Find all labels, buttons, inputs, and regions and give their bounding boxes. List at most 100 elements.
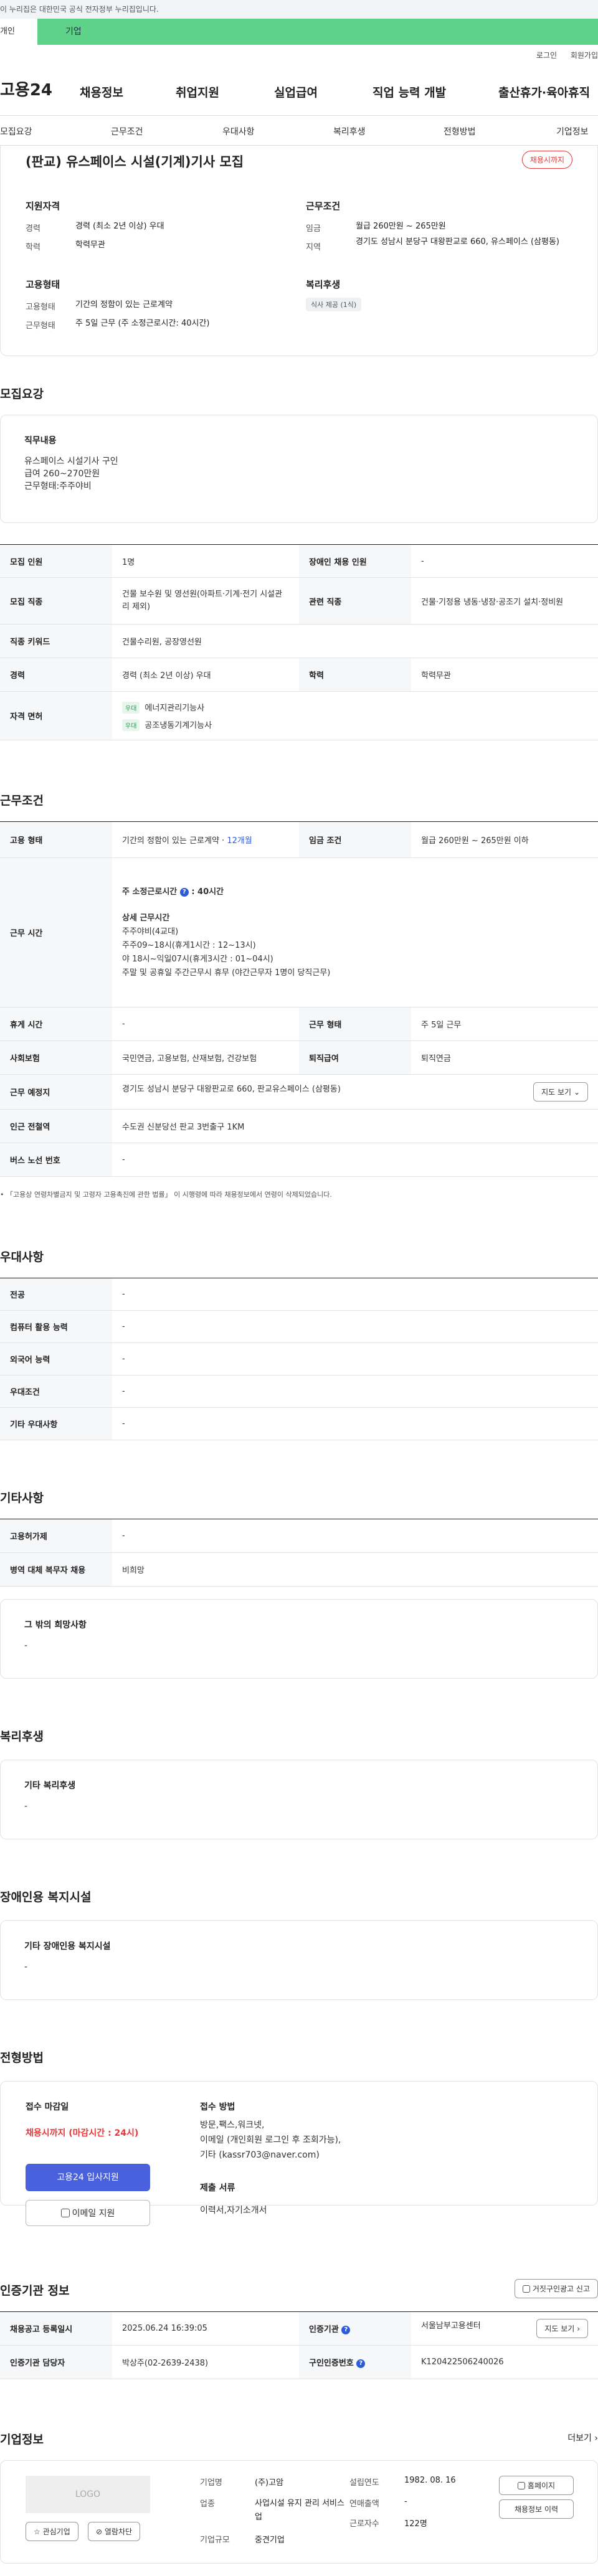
help-icon[interactable]: ?	[341, 2326, 351, 2334]
site-logo[interactable]: 고용24	[0, 77, 52, 100]
org-map-button[interactable]: 지도 보기 ›	[536, 2319, 588, 2338]
cell-value: -	[112, 1342, 598, 1375]
company-header: 기업정보 더보기 ›	[0, 2430, 598, 2460]
gnb-item-employment-support[interactable]: 취업지원	[176, 83, 219, 100]
selection-heading: 전형방법	[0, 2051, 44, 2065]
subnav-conditions[interactable]: 근무조건	[111, 125, 143, 138]
gnb-item-jobs[interactable]: 채용정보	[80, 83, 123, 100]
table-row: 고용 형태 기간의 정함이 있는 근로계약 · 12개월 임금 조건 월급 26…	[0, 821, 598, 858]
cell-label: 인증기관 담당자	[0, 2345, 112, 2379]
company-name-label: 기업명	[200, 2478, 222, 2488]
cell-label: 전공	[0, 1278, 112, 1311]
cell-value: 경력 (최소 2년 이상) 우대	[112, 658, 299, 692]
preference-table: 전공 - 컴퓨터 활용 능력 - 외국어 능력 - 우대조건 - 기타 우대사항 -	[0, 1278, 598, 1440]
email-apply-button[interactable]: 이메일 지원	[26, 2200, 150, 2226]
cell-value: -	[112, 1310, 598, 1343]
gnb-item-parental-leave[interactable]: 출산휴가·육아휴직	[498, 83, 590, 100]
chevron-right-icon: ›	[577, 2324, 580, 2333]
cell-label: 관련 직종	[299, 577, 411, 625]
report-fake-ad-label: 거짓구인광고 신고	[532, 2285, 590, 2293]
help-icon[interactable]: ?	[179, 887, 189, 897]
hours-detail-title: 상세 근무시간	[122, 913, 170, 923]
method-list: 방문,팩스,워크넷, 이메일 (개인회원 로그인 후 조회가능), 기타 (ka…	[200, 2118, 341, 2163]
deadline-badge: 채용시까지	[521, 151, 572, 169]
conditions-heading: 근무조건	[306, 201, 341, 212]
tab-individual[interactable]: 개인	[0, 19, 37, 45]
cell-label: 고용허가제	[0, 1519, 112, 1553]
table-row: 근무 시간 주 소정근로시간 ? : 40시간 상세 근무시간 주주야비(4교대…	[0, 857, 598, 1007]
industry-label: 업종	[200, 2499, 215, 2509]
docs-heading: 제출 서류	[200, 2183, 235, 2193]
worktype-value: 주 5일 근무 (주 소정근로시간: 40시간)	[75, 319, 210, 328]
etc-table: 고용허가제 - 병역 대체 복무자 채용 비희망	[0, 1519, 598, 1587]
cell-value: 건물·기정용 냉동·냉장·공조기 설치·정비원	[411, 577, 598, 625]
cell-value: -	[411, 544, 598, 578]
hours-detail-line: 주말 및 공휴일 주간근무시 휴무 (야간근무자 1명이 당직근무)	[122, 968, 331, 978]
cell-label: 자격 면허	[0, 691, 112, 740]
map-view-label: 지도 보기	[541, 1088, 572, 1097]
job-history-button[interactable]: 채용정보 이력	[499, 2499, 574, 2519]
qualification-heading: 지원자격	[26, 201, 60, 212]
cell-value: 비희망	[112, 1552, 598, 1587]
cell-label: 외국어 능력	[0, 1342, 112, 1375]
emptype-value: 기간의 정함이 있는 근로계약 ·	[122, 836, 227, 846]
home-icon	[517, 2482, 525, 2489]
table-row: 전공 -	[0, 1278, 598, 1311]
apply-button[interactable]: 고용24 입사지원	[26, 2164, 150, 2191]
hope-box: 그 밖의 희망사항 -	[0, 1599, 598, 1679]
info-icon: •	[0, 1191, 4, 1199]
table-row: 채용공고 등록일시 2025.06.24 16:39:05 인증기관 ? 서울남…	[0, 2311, 598, 2346]
favorite-company-button[interactable]: ☆ 관심기업	[26, 2522, 78, 2541]
emptype-months: 12개월	[227, 836, 252, 846]
cell-value: 박상주(02-2639-2438)	[112, 2345, 299, 2379]
block-company-button[interactable]: ⊘ 열람차단	[88, 2522, 141, 2541]
subnav-preference[interactable]: 우대사항	[222, 125, 255, 138]
license-item: 우대 에너지관리기능사	[122, 701, 588, 714]
gnb-item-skills-development[interactable]: 직업 능력 개발	[373, 83, 446, 100]
subnav-company[interactable]: 기업정보	[556, 125, 589, 138]
chevron-right-icon: ›	[594, 2433, 598, 2443]
org-value: 서울남부고용센터	[421, 2321, 481, 2331]
cell-label: 우대조건	[0, 1375, 112, 1408]
join-link[interactable]: 회원가입	[571, 51, 598, 60]
cell-value: K120422506240026	[411, 2345, 598, 2379]
subnav-selection[interactable]: 전형방법	[444, 125, 476, 138]
favorite-company-label: 관심기업	[42, 2527, 70, 2536]
duty-line: 급여 260~270만원	[24, 469, 100, 479]
conditions-heading: 근무조건	[0, 794, 44, 808]
cell-label: 근무 예정지	[0, 1074, 112, 1110]
homepage-button[interactable]: 홈페이지	[499, 2476, 574, 2495]
duty-box: 직무내용 유스페이스 시설기사 구인 급여 260~270만원 근무형태:주주야…	[0, 415, 598, 523]
table-row: 고용허가제 -	[0, 1519, 598, 1553]
report-fake-ad-button[interactable]: 거짓구인광고 신고	[514, 2279, 598, 2298]
recruit-heading: 모집요강	[0, 387, 44, 401]
cell-label: 채용공고 등록일시	[0, 2311, 112, 2346]
utility-links: 로그인 회원가입	[0, 45, 598, 64]
gnb-item-unemployment-benefit[interactable]: 실업급여	[274, 83, 318, 100]
map-view-button[interactable]: 지도 보기 ⌄	[533, 1082, 588, 1102]
disability-box-value: -	[24, 1962, 28, 1972]
table-row: 모집 직종 건물 보수원 및 영선원(아파트·기계·전기 시설관리 제외) 관련…	[0, 577, 598, 625]
company-more-link[interactable]: 더보기 ›	[567, 2432, 598, 2444]
report-icon	[522, 2285, 530, 2293]
wage-value: 월급 260만원 ~ 265만원	[356, 222, 446, 231]
cell-value: 건물수리원, 공장영선원	[112, 624, 598, 658]
welfare-heading: 복리후생	[306, 279, 341, 290]
subnav-recruit[interactable]: 모집요강	[0, 125, 32, 138]
job-title: (판교) 유스페이스 시설(기계)기사 모집	[26, 154, 244, 169]
wage-label: 임금	[306, 224, 321, 234]
cell-value: -	[112, 1007, 299, 1041]
work-hours-cell: 주 소정근로시간 ? : 40시간 상세 근무시간 주주야비(4교대) 주주09…	[112, 857, 598, 1007]
table-row: 사회보험 국민연금, 고용보험, 산재보험, 건강보험 퇴직급여 퇴직연금	[0, 1040, 598, 1075]
method-line: 이메일 (개인회원 로그인 후 조회가능),	[200, 2135, 341, 2145]
duty-line: 유스페이스 시설기사 구인	[24, 456, 118, 466]
cell-label: 고용 형태	[0, 821, 112, 858]
help-icon[interactable]: ?	[356, 2359, 366, 2368]
disability-box-heading: 기타 장애인용 복지시설	[24, 1941, 111, 1951]
login-link[interactable]: 로그인	[536, 51, 557, 60]
method-line: 방문,팩스,워크넷,	[200, 2120, 265, 2130]
subnav-welfare[interactable]: 복리후생	[333, 125, 366, 138]
tab-business[interactable]: 기업	[37, 19, 598, 45]
cert-no-label: 구인인증번호	[309, 2359, 354, 2368]
cell-label: 인증기관 ?	[299, 2311, 411, 2346]
